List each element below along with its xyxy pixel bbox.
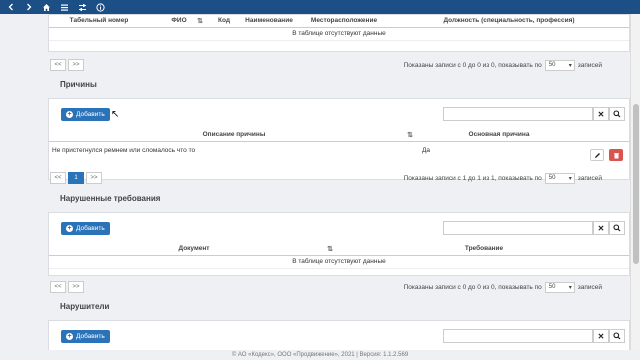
main-content: Табельный номер ФИО ⇅ Код Наименование Ме… xyxy=(40,14,630,350)
pager-suffix: записей xyxy=(577,174,602,182)
page-size-value: 50 xyxy=(548,284,556,290)
next-page-button[interactable]: >> xyxy=(86,172,102,184)
menu-icon[interactable] xyxy=(60,3,69,12)
chevron-down-icon: ▾ xyxy=(568,62,572,69)
sort-icon[interactable]: ⇅ xyxy=(327,245,333,253)
scrollbar-thumb[interactable] xyxy=(633,104,639,264)
prev-page-button[interactable]: << xyxy=(50,281,66,293)
column-header[interactable]: Наименование xyxy=(239,15,299,28)
table-row: В таблице отсутствуют данные xyxy=(49,255,629,269)
column-header[interactable]: Код xyxy=(209,15,239,28)
close-icon[interactable]: ✕ xyxy=(593,221,609,235)
close-icon[interactable]: ✕ xyxy=(593,107,609,121)
column-header[interactable]: Должность (специальность, профессия) xyxy=(389,15,629,28)
reason-description: Не пристегнулся ремнем или сломалось что… xyxy=(52,146,196,154)
column-header[interactable]: Табельный номер xyxy=(49,15,149,28)
column-header[interactable]: Требование xyxy=(339,243,629,256)
workers-table-card: Табельный номер ФИО ⇅ Код Наименование Ме… xyxy=(48,14,630,52)
forward-icon[interactable] xyxy=(24,3,33,12)
add-button-label: Добавить xyxy=(76,333,105,340)
mouse-cursor-icon: ↖ xyxy=(111,109,120,120)
violators-search-input[interactable] xyxy=(443,329,593,343)
next-page-button[interactable]: >> xyxy=(68,281,84,293)
plus-icon: + xyxy=(66,333,73,340)
page-number-button[interactable]: 1 xyxy=(68,172,84,184)
column-header[interactable]: Описание причины ⇅ xyxy=(49,129,419,142)
vertical-scrollbar[interactable] xyxy=(630,14,640,350)
pager-suffix: записей xyxy=(577,61,602,69)
page-size-select[interactable]: 50 ▾ xyxy=(544,172,575,184)
add-reason-button[interactable]: + Добавить xyxy=(61,108,110,121)
reason-main: Да xyxy=(422,146,431,154)
search-icon[interactable] xyxy=(609,221,625,235)
home-icon[interactable] xyxy=(42,3,51,12)
sort-icon[interactable]: ⇅ xyxy=(407,131,413,139)
next-page-button[interactable]: >> xyxy=(68,59,84,71)
add-button-label: Добавить xyxy=(76,225,105,232)
search-icon[interactable] xyxy=(609,107,625,121)
table-row: В таблице отсутствуют данные xyxy=(49,27,629,41)
reasons-table: Описание причины ⇅ Основная причина Не пр… xyxy=(49,129,629,159)
page-size-select[interactable]: 50 ▾ xyxy=(544,59,575,71)
plus-icon: + xyxy=(66,111,73,118)
pager-info: Показаны записи с 0 до 0 из 0, показыват… xyxy=(403,281,602,293)
violated-table: Документ ⇅ Требование В таблице отсутству… xyxy=(49,243,629,269)
top-toolbar xyxy=(0,0,640,14)
violated-card: + Добавить ✕ Документ ⇅ Требование В табл… xyxy=(48,212,630,276)
plus-icon: + xyxy=(66,225,73,232)
column-header[interactable]: Месторасположение xyxy=(299,15,389,28)
pager-info-text: Показаны записи с 0 до 0 из 0, показыват… xyxy=(403,283,542,291)
violated-search-input[interactable] xyxy=(443,221,593,235)
column-header[interactable]: Документ ⇅ xyxy=(49,243,339,256)
add-button-label: Добавить xyxy=(76,111,105,118)
chevron-down-icon: ▾ xyxy=(568,284,572,291)
empty-message: В таблице отсутствуют данные xyxy=(49,27,629,41)
chevron-down-icon: ▾ xyxy=(568,175,572,182)
section-title-violators: Нарушители xyxy=(60,302,110,311)
page-size-value: 50 xyxy=(548,62,556,68)
column-label: Описание причины xyxy=(202,131,266,139)
close-icon[interactable]: ✕ xyxy=(593,329,609,343)
table-row[interactable]: Не пристегнулся ремнем или сломалось что… xyxy=(49,141,629,159)
empty-message: В таблице отсутствуют данные xyxy=(49,255,629,269)
column-header[interactable]: ФИО ⇅ xyxy=(149,15,209,28)
column-header-actions xyxy=(579,129,629,142)
pager-info-text: Показаны записи с 1 до 1 из 1, показыват… xyxy=(403,174,542,182)
table-header-row: Документ ⇅ Требование xyxy=(49,243,629,256)
page-size-select[interactable]: 50 ▾ xyxy=(544,281,575,293)
violated-pager: << >> Показаны записи с 0 до 0 из 0, пок… xyxy=(48,278,630,296)
workers-pager: << >> Показаны записи с 0 до 0 из 0, пок… xyxy=(48,56,630,74)
column-label: Документ xyxy=(178,245,210,253)
pager-info-text: Показаны записи с 0 до 0 из 0, показыват… xyxy=(403,61,542,69)
workers-table: Табельный номер ФИО ⇅ Код Наименование Ме… xyxy=(49,15,629,41)
table-header-row: Описание причины ⇅ Основная причина xyxy=(49,129,629,142)
column-header[interactable]: Основная причина xyxy=(419,129,579,142)
table-header-row: Табельный номер ФИО ⇅ Код Наименование Ме… xyxy=(49,15,629,28)
settings-icon[interactable] xyxy=(78,3,87,12)
back-icon[interactable] xyxy=(6,3,15,12)
column-label: ФИО xyxy=(171,17,187,25)
search-icon[interactable] xyxy=(609,329,625,343)
section-title-violated: Нарушенные требования xyxy=(60,194,161,203)
trash-icon[interactable] xyxy=(609,149,623,161)
add-requirement-button[interactable]: + Добавить xyxy=(61,222,110,235)
page-size-value: 50 xyxy=(548,175,556,181)
edit-icon[interactable] xyxy=(590,149,604,161)
pager-info: Показаны записи с 0 до 0 из 0, показыват… xyxy=(403,59,602,71)
reasons-pager: << 1 >> Показаны записи с 1 до 1 из 1, п… xyxy=(48,169,630,187)
reasons-search-input[interactable] xyxy=(443,107,593,121)
pager-suffix: записей xyxy=(577,283,602,291)
info-icon[interactable] xyxy=(96,2,105,12)
footer: © АО «Кодекс», ООО «Продвижение», 2021 |… xyxy=(231,352,409,358)
prev-page-button[interactable]: << xyxy=(50,172,66,184)
pager-info: Показаны записи с 1 до 1 из 1, показыват… xyxy=(403,172,602,184)
reasons-card: + Добавить ✕ Описание причины ⇅ Основная … xyxy=(48,98,630,180)
violators-card: + Добавить ✕ xyxy=(48,320,630,350)
section-title-reasons: Причины xyxy=(60,80,97,89)
sort-icon[interactable]: ⇅ xyxy=(197,17,203,25)
add-violator-button[interactable]: + Добавить xyxy=(61,330,110,343)
prev-page-button[interactable]: << xyxy=(50,59,66,71)
